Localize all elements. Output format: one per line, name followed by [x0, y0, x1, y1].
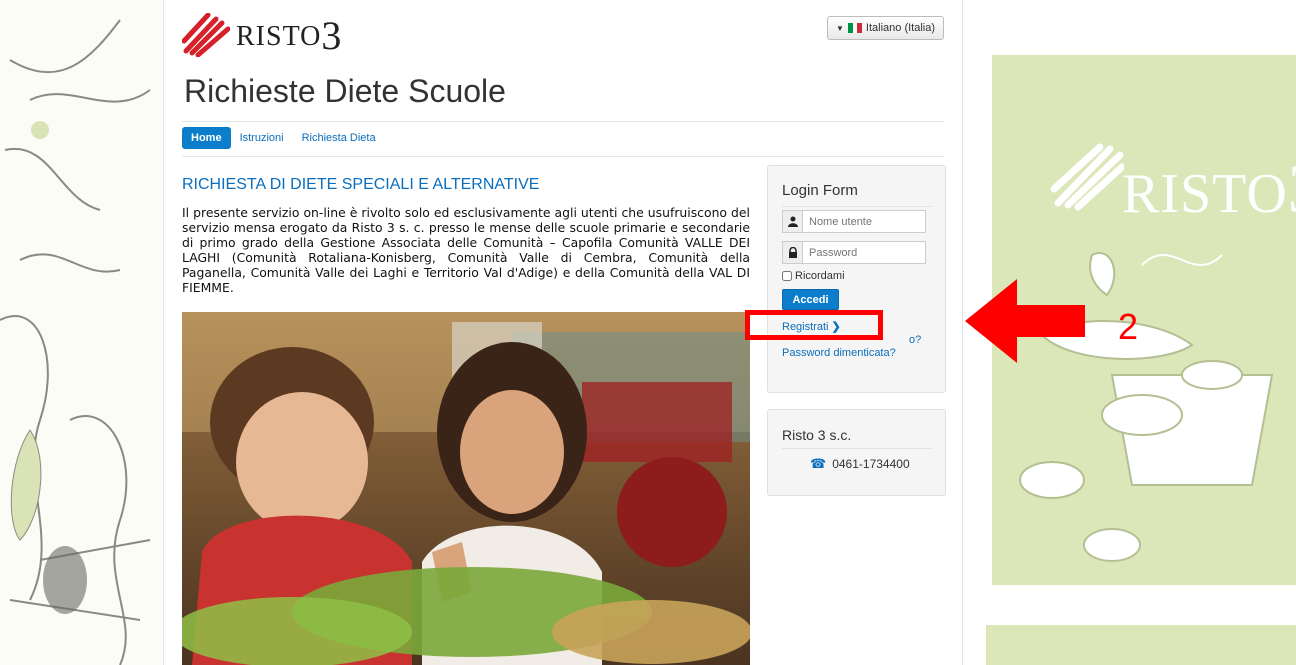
login-panel: Login Form Ricordami Accedi Registrati ❯…	[767, 165, 946, 393]
annotation-arrow-left-icon	[965, 279, 1085, 363]
password-input[interactable]	[803, 242, 925, 263]
password-field-group	[782, 241, 926, 264]
left-decorative-illustration	[0, 19, 151, 665]
remember-me-checkbox[interactable]	[782, 271, 792, 281]
children-canteen-photo	[182, 312, 750, 665]
remember-me[interactable]: Ricordami	[782, 270, 845, 282]
right-decorative-panel-lower	[986, 625, 1296, 665]
language-selector[interactable]: ▼ Italiano (Italia)	[827, 16, 945, 40]
nav-divider	[182, 156, 944, 157]
risto3-logo-mark-white	[1050, 143, 1124, 211]
user-icon	[783, 211, 803, 232]
contact-divider	[782, 448, 932, 449]
login-submit-button[interactable]: Accedi	[782, 289, 839, 310]
risto3-logo-text: RISTO3	[236, 12, 343, 58]
page-title: Richieste Diete Scuole	[184, 73, 506, 109]
header-divider	[182, 121, 944, 122]
risto3-logo[interactable]: RISTO3	[182, 10, 342, 60]
username-input[interactable]	[803, 211, 925, 232]
remember-me-label: Ricordami	[795, 270, 845, 282]
lock-icon	[783, 242, 803, 263]
nav-item-richiesta-dieta[interactable]: Richiesta Dieta	[293, 127, 385, 149]
phone-icon: ☎	[810, 456, 827, 471]
contact-phone: ☎ 0461-1734400	[810, 456, 910, 472]
caret-down-icon: ▼	[836, 23, 844, 33]
login-title: Login Form	[782, 182, 858, 199]
annotation-step-number: 2	[1118, 306, 1139, 347]
annotation-highlight-box	[745, 310, 883, 340]
nav-item-home[interactable]: Home	[182, 127, 231, 149]
italy-flag-icon	[847, 23, 862, 33]
login-divider	[782, 206, 932, 207]
phone-number: 0461-1734400	[832, 457, 910, 471]
risto3-logo-watermark: RISTO3	[1122, 151, 1296, 228]
nav-item-istruzioni[interactable]: Istruzioni	[231, 127, 293, 149]
section-title: RICHIESTA DI DIETE SPECIALI E ALTERNATIV…	[182, 176, 540, 193]
risto3-logo-icon	[182, 13, 230, 57]
username-field-group	[782, 210, 926, 233]
contact-title: Risto 3 s.c.	[782, 427, 852, 443]
photo-illustration	[182, 312, 750, 665]
forgot-password-link[interactable]: Password dimenticata?	[782, 347, 896, 359]
forgot-username-link[interactable]: o?	[909, 334, 921, 346]
main-nav: Home Istruzioni Richiesta Dieta	[182, 127, 385, 149]
language-selector-label: Italiano (Italia)	[865, 22, 936, 34]
left-decorative-background	[0, 0, 162, 665]
contact-panel: Risto 3 s.c. ☎ 0461-1734400	[767, 409, 946, 496]
intro-paragraph: Il presente servizio on-line è rivolto s…	[182, 205, 750, 295]
